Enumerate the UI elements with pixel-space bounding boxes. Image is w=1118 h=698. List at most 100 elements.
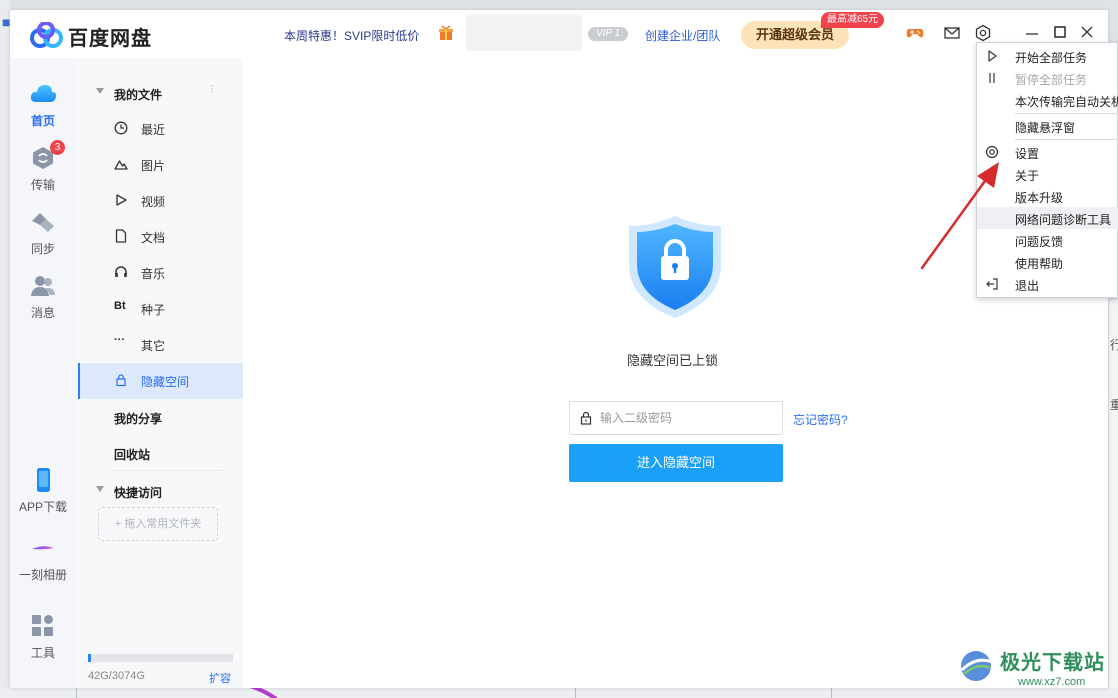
- close-icon[interactable]: [1079, 24, 1095, 40]
- menu-item-label: 暂停全部任务: [1015, 73, 1088, 87]
- enter-hidden-space-button[interactable]: 进入隐藏空间: [569, 444, 783, 482]
- transfer-count-badge: 3: [50, 140, 65, 155]
- nav-transfer[interactable]: 3 传输: [10, 140, 76, 193]
- menu-item-label: 使用帮助: [1015, 257, 1064, 271]
- gear-icon: [985, 145, 999, 159]
- sidebar-item-label: 文档: [141, 231, 166, 245]
- nav-album[interactable]: 一刻相册: [10, 534, 76, 583]
- nav-label: 首页: [30, 114, 55, 128]
- nav-label: 工具: [30, 646, 55, 660]
- file-sidebar: 我的文件 ··· 最近 图片 视频 文档 音乐 Bt 种子 ··· 其它 隐藏空…: [76, 58, 243, 688]
- expand-storage-link[interactable]: 扩容: [209, 670, 231, 686]
- sidebar-item-label: 音乐: [141, 267, 166, 281]
- quick-access-header[interactable]: 快捷访问: [76, 482, 243, 502]
- menu-item-label: 设置: [1015, 147, 1040, 161]
- menu-item-hide-float[interactable]: 隐藏悬浮窗: [977, 115, 1118, 137]
- nav-app-download[interactable]: APP下载: [10, 466, 76, 515]
- nav-sync[interactable]: 同步: [10, 208, 76, 257]
- my-share-link[interactable]: 我的分享: [114, 410, 162, 427]
- background-text: 行: [1110, 338, 1118, 352]
- baidu-netdisk-logo: [30, 22, 63, 48]
- recycle-bin-link[interactable]: 回收站: [114, 446, 150, 463]
- my-files-header[interactable]: 我的文件 ···: [76, 84, 243, 104]
- nav-label: 同步: [30, 242, 55, 256]
- menu-item-auto-shutdown[interactable]: 本次传输完自动关机: [977, 89, 1118, 111]
- storage-usage: 42G/3074G: [88, 670, 145, 682]
- clock-icon: [114, 121, 128, 135]
- collapse-triangle-icon[interactable]: [96, 88, 104, 94]
- menu-item-label: 问题反馈: [1015, 235, 1064, 249]
- sync-icon: [32, 213, 54, 232]
- my-files-label: 我的文件: [114, 88, 163, 102]
- sidebar-item-recent[interactable]: 最近: [78, 111, 243, 147]
- shield-lock-icon: [629, 216, 721, 318]
- background-window-right: 行 重: [1108, 300, 1118, 690]
- sidebar-item-music[interactable]: 音乐: [78, 255, 243, 291]
- nav-tools[interactable]: 工具: [10, 612, 76, 661]
- menu-item-label: 版本升级: [1015, 191, 1064, 205]
- headphones-icon: [115, 266, 127, 277]
- nav-messages[interactable]: 消息: [10, 272, 76, 321]
- create-enterprise-link[interactable]: 创建企业/团队: [645, 27, 720, 44]
- cloud-icon: [30, 85, 57, 102]
- svip-promo-link[interactable]: 本周特惠！SVIP限时低价: [284, 27, 419, 44]
- album-icon: [32, 546, 54, 550]
- play-icon: [116, 194, 127, 206]
- title-bar: 百度网盘 本周特惠！SVIP限时低价 VIP 1 创建企业/团队 开通超级会员 …: [10, 10, 1108, 58]
- menu-separator: [1015, 113, 1118, 114]
- menu-item-exit[interactable]: 退出: [977, 273, 1118, 295]
- forgot-password-link[interactable]: 忘记密码?: [793, 411, 848, 428]
- menu-item-label: 网络问题诊断工具: [1015, 213, 1112, 227]
- vip-level-badge: VIP 1: [588, 27, 629, 41]
- sidebar-item-images[interactable]: 图片: [78, 147, 243, 183]
- menu-item-label: 开始全部任务: [1015, 51, 1088, 65]
- more-icon: ···: [114, 334, 125, 346]
- sidebar-item-label: 其它: [141, 339, 166, 353]
- settings-icon[interactable]: [974, 24, 992, 42]
- nav-label: 传输: [30, 178, 55, 192]
- menu-item-start-all[interactable]: 开始全部任务: [977, 45, 1118, 67]
- menu-item-label: 本次传输完自动关机: [1015, 95, 1118, 109]
- more-options-icon[interactable]: ···: [206, 84, 220, 93]
- menu-item-label: 隐藏悬浮窗: [1015, 121, 1076, 135]
- nav-label: APP下载: [18, 500, 67, 514]
- app-window: 百度网盘 本周特惠！SVIP限时低价 VIP 1 创建企业/团队 开通超级会员 …: [10, 10, 1108, 688]
- menu-item-label: 退出: [1015, 279, 1040, 293]
- secondary-password-input[interactable]: [600, 408, 776, 428]
- exit-icon: [986, 278, 998, 290]
- sidebar-item-label: 隐藏空间: [141, 375, 190, 389]
- lock-icon: [116, 374, 126, 387]
- sidebar-item-videos[interactable]: 视频: [78, 183, 243, 219]
- maximize-icon[interactable]: [1052, 24, 1068, 40]
- document-icon: [115, 229, 127, 243]
- annotation-arrow: [920, 162, 999, 270]
- quick-access-dropzone[interactable]: + 拖入常用文件夹: [98, 507, 218, 541]
- watermark-text: 极光下载站: [1000, 652, 1105, 674]
- sidebar-item-label: 种子: [141, 303, 166, 317]
- background-bottom: [0, 688, 1118, 698]
- sidebar-item-torrents[interactable]: Bt 种子: [78, 291, 243, 327]
- phone-icon: [37, 468, 50, 492]
- contacts-icon: [31, 276, 55, 296]
- gift-icon[interactable]: [438, 25, 454, 41]
- minimize-icon[interactable]: [1024, 24, 1040, 40]
- sidebar-item-hidden-space[interactable]: 隐藏空间: [78, 363, 243, 399]
- lock-icon: [580, 411, 592, 425]
- sidebar-item-label: 视频: [141, 195, 166, 209]
- password-field[interactable]: [569, 401, 783, 435]
- user-profile[interactable]: [466, 15, 582, 51]
- sidebar-item-label: 最近: [141, 123, 166, 137]
- nav-home[interactable]: 首页: [10, 80, 76, 129]
- sidebar-item-other[interactable]: ··· 其它: [78, 327, 243, 363]
- menu-item-pause-all[interactable]: 暂停全部任务: [977, 67, 1118, 89]
- collapse-triangle-icon[interactable]: [96, 486, 104, 492]
- tools-icon: [32, 615, 53, 636]
- storage-progress-fill: [88, 654, 91, 662]
- mail-icon[interactable]: [943, 24, 961, 42]
- menu-item-label: 关于: [1015, 169, 1040, 183]
- sidebar-divider: [112, 470, 222, 471]
- quick-access-label: 快捷访问: [114, 486, 163, 500]
- sidebar-item-documents[interactable]: 文档: [78, 219, 243, 255]
- watermark-logo: [960, 651, 993, 681]
- gamepad-icon[interactable]: [906, 24, 924, 42]
